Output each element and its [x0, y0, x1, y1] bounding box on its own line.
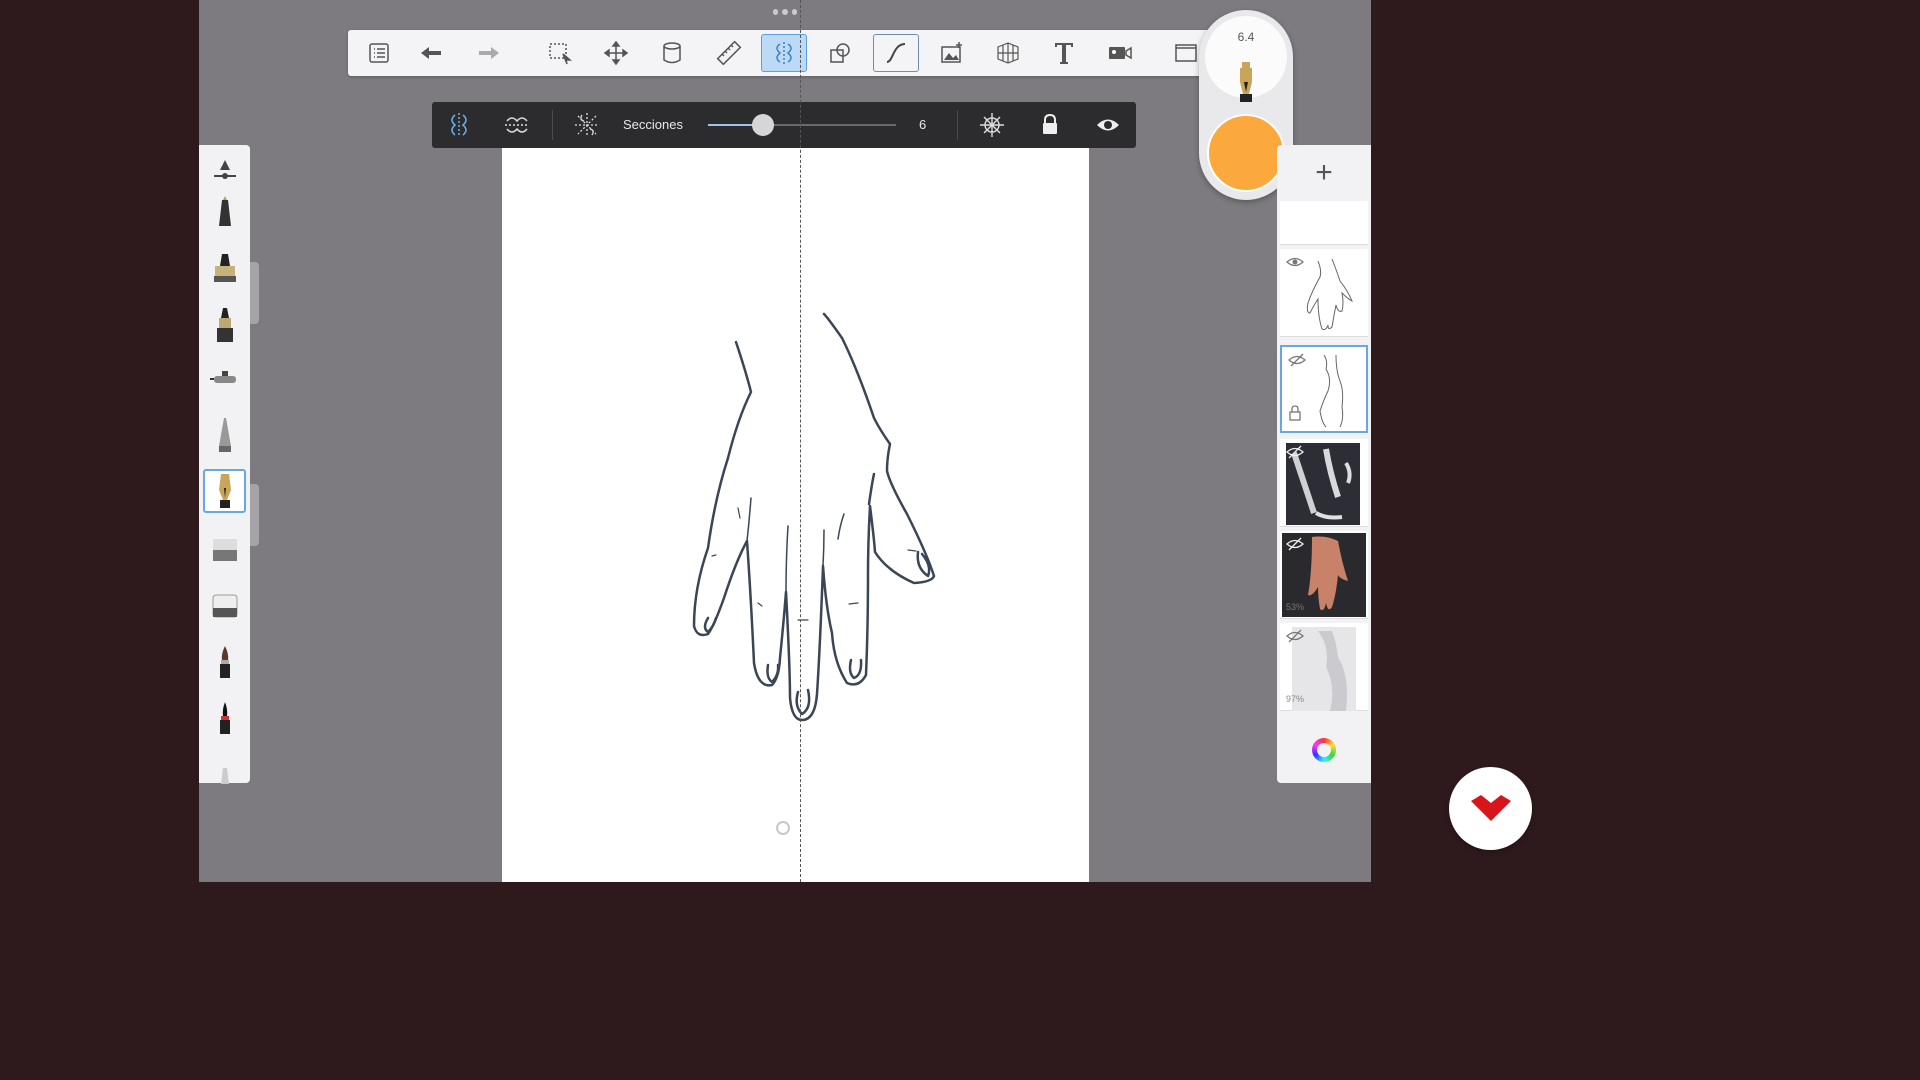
brand-logo [1449, 767, 1532, 850]
smudge-brush-icon[interactable] [203, 751, 246, 795]
pencil-brush-icon[interactable] [203, 193, 246, 237]
loading-spinner-icon [776, 821, 790, 835]
layer-opacity-value: 53% [1286, 602, 1305, 612]
layer-hand-sketch-selected[interactable] [1280, 345, 1368, 433]
color-puck[interactable] [1207, 114, 1285, 192]
layer-thumbnail [1319, 354, 1344, 428]
layer-lock-icon[interactable] [1288, 405, 1302, 421]
redo-icon[interactable] [466, 34, 512, 72]
predictive-stroke-icon[interactable] [873, 34, 919, 72]
panel-resize-grip[interactable] [250, 262, 259, 324]
shapes-icon[interactable] [817, 34, 863, 72]
hand-drawing [692, 312, 936, 722]
symmetry-mirror-icon[interactable] [444, 110, 474, 140]
brush-library-panel [199, 145, 250, 784]
soft-eraser-brush-icon[interactable] [203, 583, 246, 627]
selection-icon[interactable] [537, 34, 583, 72]
layers-panel: + 53% 97% [1277, 145, 1371, 783]
brush-size-value: 6.4 [1237, 30, 1255, 44]
panel-resize-grip[interactable] [250, 484, 259, 546]
symmetry-horizontal-icon[interactable] [502, 110, 532, 140]
drawing-canvas[interactable] [502, 148, 1089, 882]
perspective-icon[interactable] [985, 34, 1031, 72]
symmetry-axis-line[interactable] [800, 0, 801, 882]
record-icon[interactable] [1097, 34, 1143, 72]
brush-settings-icon[interactable] [203, 151, 246, 195]
marker-brush-icon[interactable] [203, 247, 246, 291]
brush-size-puck[interactable]: 6.4 [1205, 16, 1287, 102]
fountain-pen-brush-icon[interactable] [203, 469, 246, 513]
fineliner-brush-icon[interactable] [203, 413, 246, 457]
image-import-icon[interactable] [929, 34, 975, 72]
ink-pen-brush-icon[interactable] [203, 303, 246, 347]
main-toolbar [348, 30, 1248, 76]
layer-reference-arms[interactable] [1280, 439, 1368, 527]
hard-eraser-brush-icon[interactable] [203, 527, 246, 571]
fountain-pen-icon [1240, 62, 1252, 102]
layers-list-icon[interactable] [356, 34, 402, 72]
toolbar-drag-handle[interactable] [773, 9, 797, 17]
sections-value: 6 [919, 117, 927, 132]
layer-hidden-eye-icon[interactable] [1286, 629, 1304, 643]
add-layer-button[interactable]: + [1277, 153, 1371, 193]
transform-icon[interactable] [593, 34, 639, 72]
visibility-eye-icon[interactable] [1093, 110, 1123, 140]
symmetry-center-icon[interactable] [977, 110, 1007, 140]
sections-slider[interactable] [708, 114, 896, 136]
symmetry-toolbar: Secciones 6 [432, 102, 1136, 148]
layer-hand-lines[interactable] [1280, 249, 1368, 337]
layer-hidden-eye-icon[interactable] [1286, 445, 1304, 459]
undo-icon[interactable] [408, 34, 454, 72]
ruler-icon[interactable] [706, 34, 752, 72]
empty-layer[interactable] [1280, 201, 1368, 245]
layer-reference-hand[interactable]: 53% [1280, 531, 1368, 619]
sections-slider-knob[interactable] [751, 114, 774, 136]
fill-icon[interactable] [649, 34, 695, 72]
layer-hidden-eye-icon[interactable] [1286, 537, 1304, 551]
sections-label: Secciones [623, 117, 683, 132]
brand-logo-mark-icon [1471, 795, 1511, 821]
sketchbook-app: 6.4 Secciones 6 + 53% 97% [199, 0, 1371, 882]
lock-icon[interactable] [1035, 110, 1065, 140]
layer-thumbnail [1306, 258, 1353, 330]
airbrush-brush-icon[interactable] [203, 357, 246, 401]
layer-reference-torso[interactable]: 97% [1280, 623, 1368, 711]
text-icon[interactable] [1041, 34, 1087, 72]
ink-brush-icon[interactable] [203, 697, 246, 741]
radial-symmetry-icon[interactable] [572, 110, 602, 140]
layer-hidden-eye-icon[interactable] [1288, 353, 1306, 367]
color-wheel-icon[interactable] [1312, 738, 1336, 762]
paint-brush-icon[interactable] [203, 641, 246, 685]
layer-opacity-value: 97% [1286, 694, 1305, 704]
